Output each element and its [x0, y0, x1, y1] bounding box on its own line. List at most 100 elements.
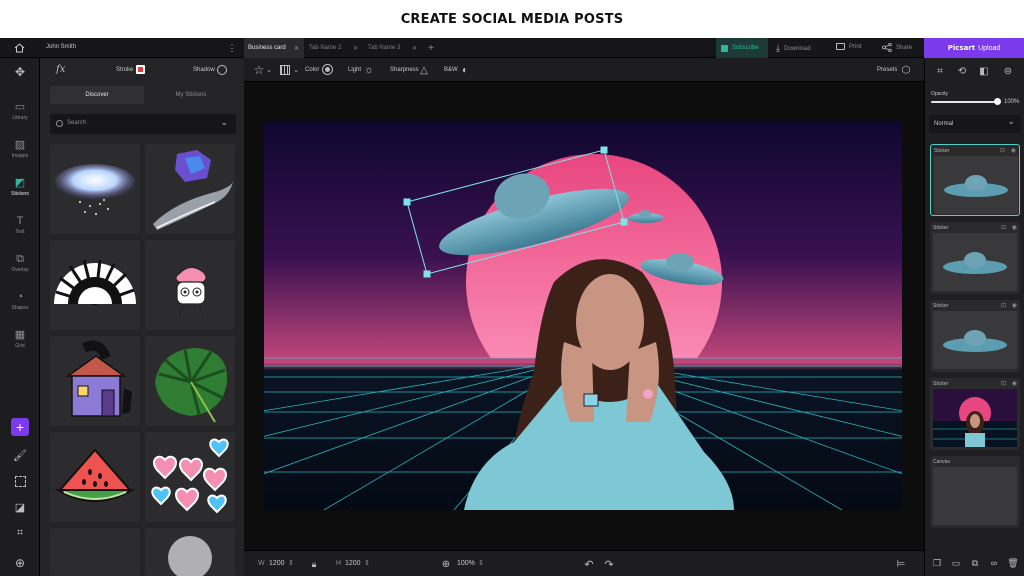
chevron-down-icon[interactable]: ⌄: [289, 63, 303, 77]
eye-icon[interactable]: ◉: [1012, 224, 1017, 231]
shadow-label: Shadow: [193, 67, 215, 73]
blend-icon[interactable]: ⊜: [1001, 64, 1015, 78]
height-stepper-icon[interactable]: ⇕: [364, 559, 370, 567]
lock-icon[interactable]: 🔒︎: [308, 557, 320, 571]
picsart-upload-button[interactable]: Picsart Upload: [924, 38, 1024, 58]
eraser-icon[interactable]: ◪: [11, 498, 29, 516]
sticker-partial[interactable]: [50, 528, 140, 576]
close-icon[interactable]: ✕: [353, 45, 358, 52]
opacity-slider[interactable]: [931, 101, 999, 103]
chevron-down-icon[interactable]: ⌄: [262, 63, 276, 77]
lock-icon[interactable]: ⊡: [1001, 380, 1006, 387]
brush-icon[interactable]: 🖌: [11, 446, 29, 464]
link-icon[interactable]: ∞: [988, 556, 1000, 570]
layer-item-sticker-2[interactable]: Sticker ⊡ ◉: [930, 222, 1020, 294]
layer-thumbnail: [933, 389, 1017, 447]
rail-label: Shapes: [11, 305, 29, 311]
eye-icon[interactable]: ◉: [1012, 380, 1017, 387]
blend-mode-select[interactable]: Normal ⌄: [929, 115, 1021, 133]
sticker-whale[interactable]: [145, 144, 235, 234]
tab-name-3[interactable]: Tab Name 3 ✕: [364, 38, 422, 58]
close-icon[interactable]: ✕: [412, 45, 417, 52]
rail-item-overlay[interactable]: ⧉ Overlay: [0, 244, 40, 282]
more-vertical-icon[interactable]: ⋮: [228, 42, 237, 54]
lock-icon[interactable]: ⊡: [1000, 147, 1005, 154]
fx-icon[interactable]: fx: [56, 64, 65, 75]
sticker-house[interactable]: [50, 336, 140, 426]
copy-icon[interactable]: ⧉: [969, 556, 981, 570]
tab-name-2[interactable]: Tab Name 2 ✕: [305, 38, 363, 58]
shadow-icon[interactable]: [217, 65, 227, 75]
light-label[interactable]: Light: [348, 67, 361, 73]
lock-icon[interactable]: ⊡: [1001, 224, 1006, 231]
sticker-cloud[interactable]: [50, 144, 140, 234]
rail-item-shapes[interactable]: ◔ Shapes: [0, 282, 40, 320]
select-icon[interactable]: [11, 472, 29, 490]
rail-item-grid[interactable]: ▦ Grid: [0, 320, 40, 358]
triangle-icon[interactable]: △: [417, 63, 431, 77]
lock-icon[interactable]: ⊡: [1001, 302, 1006, 309]
sticker-leaf[interactable]: [145, 336, 235, 426]
share-label: Share: [896, 44, 913, 51]
sharpness-label[interactable]: Sharpness: [390, 67, 419, 73]
subscribe-button[interactable]: Subscribe: [716, 38, 768, 58]
presets-icon[interactable]: ⬡: [899, 63, 913, 77]
move-icon[interactable]: ✥: [12, 64, 28, 80]
contrast-icon[interactable]: ◐: [458, 63, 472, 77]
sticker-moon[interactable]: [145, 528, 235, 576]
sticker-weekend[interactable]: [50, 240, 140, 330]
presets-label[interactable]: Presets: [877, 67, 897, 73]
replace-icon[interactable]: ⟲: [955, 64, 969, 78]
download-button[interactable]: ⤓ Download: [776, 43, 811, 54]
add-tab-icon[interactable]: +: [425, 42, 437, 54]
undo-icon[interactable]: ↶: [582, 557, 596, 571]
layer-item-sticker-3[interactable]: Sticker ⊡ ◉: [930, 300, 1020, 372]
trash-icon[interactable]: 🗑︎: [1007, 556, 1019, 570]
rail-item-library[interactable]: ▭ Library: [0, 92, 40, 130]
sticker-watermelon[interactable]: [50, 432, 140, 522]
tab-business-card[interactable]: Business card ✕: [244, 38, 304, 58]
folder-icon[interactable]: ▭: [950, 556, 962, 570]
height-value[interactable]: 1200: [345, 560, 361, 567]
tab-discover[interactable]: Discover: [50, 86, 144, 104]
color-icon[interactable]: [322, 64, 333, 75]
zoom-value[interactable]: 100%: [457, 560, 475, 567]
search-input[interactable]: Search ⌄: [50, 114, 236, 134]
add-button[interactable]: +: [11, 418, 29, 436]
width-stepper-icon[interactable]: ⇕: [288, 559, 294, 567]
user-name[interactable]: John Smith: [46, 44, 76, 50]
crop-icon[interactable]: ⌗: [11, 524, 29, 542]
align-icon[interactable]: ⊨: [894, 557, 908, 571]
flip-icon[interactable]: ◧: [977, 64, 991, 78]
eye-icon[interactable]: ◉: [1011, 147, 1016, 154]
opacity-slider-handle[interactable]: [994, 98, 1001, 105]
home-icon[interactable]: [12, 42, 26, 54]
width-value[interactable]: 1200: [269, 560, 285, 567]
layer-item-sticker-1[interactable]: Sticker ⊡ ◉: [930, 144, 1020, 216]
share-button[interactable]: Share: [882, 43, 912, 52]
duplicate-icon[interactable]: ❐: [931, 556, 943, 570]
rail-item-images[interactable]: ▨ Images: [0, 130, 40, 168]
zoom-icon[interactable]: ⊕: [440, 557, 452, 571]
cupcake-sticker-icon: [175, 267, 207, 317]
crop-frame-icon[interactable]: ⌗: [933, 64, 947, 78]
layer-item-sticker-4[interactable]: Sticker ⊡ ◉: [930, 378, 1020, 450]
eye-icon[interactable]: ◉: [1012, 302, 1017, 309]
layer-item-canvas[interactable]: Canvas: [930, 456, 1020, 528]
sun-icon[interactable]: ☼: [362, 63, 376, 77]
bw-label[interactable]: B&W: [444, 67, 458, 73]
rail-item-text[interactable]: T Text: [0, 206, 40, 244]
stroke-toggle[interactable]: [136, 65, 145, 74]
close-icon[interactable]: ✕: [294, 45, 299, 52]
chevron-down-icon[interactable]: ⌄: [220, 117, 228, 128]
sticker-cupcake[interactable]: [145, 240, 235, 330]
sticker-hearts[interactable]: [145, 432, 235, 522]
rail-item-stickers[interactable]: ◩ Stickers: [0, 168, 40, 206]
tab-my-stickers[interactable]: My Stickers: [144, 86, 238, 104]
print-button[interactable]: Print: [836, 43, 861, 50]
redo-icon[interactable]: ↷: [602, 557, 616, 571]
artwork-canvas[interactable]: [264, 122, 902, 510]
zoom-stepper-icon[interactable]: ⇕: [478, 559, 484, 567]
settings-icon[interactable]: ⊕: [11, 554, 29, 572]
color-label[interactable]: Color: [305, 67, 319, 73]
